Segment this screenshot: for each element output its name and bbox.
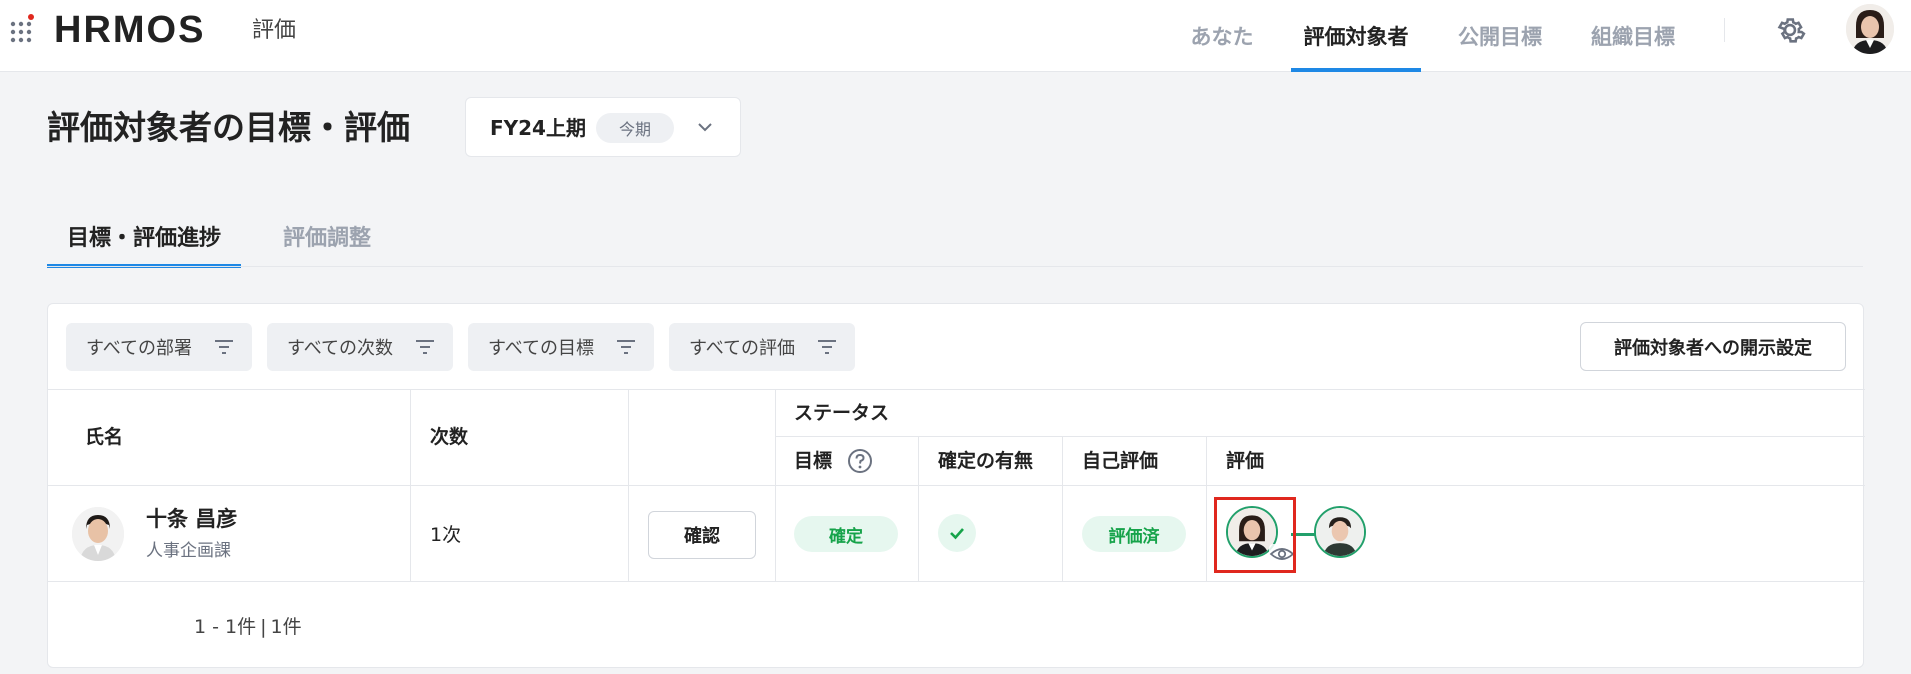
confirmed-indicator (938, 514, 976, 552)
status-subheader-border (775, 436, 1865, 437)
filter-evaluation[interactable]: すべての評価 (669, 323, 855, 371)
app-logo[interactable]: HRMOS (54, 10, 205, 50)
nav-org-goals[interactable]: 組織目標 (1588, 0, 1678, 72)
col-divider (410, 389, 411, 581)
pagination-separator: | (260, 616, 267, 638)
period-selector[interactable]: FY24上期 今期 (465, 97, 741, 157)
nav-divider (1724, 18, 1725, 42)
filter-order[interactable]: すべての次数 (267, 323, 453, 371)
filter-icon (416, 340, 434, 354)
tabs-divider (47, 266, 1863, 267)
nav-evaluatees[interactable]: 評価対象者 (1291, 0, 1421, 72)
filter-label: すべての評価 (689, 338, 796, 359)
header-bottom-border (48, 485, 1865, 486)
top-bar: HRMOS 評価 あなた 評価対象者 公開目標 組織目標 (0, 0, 1911, 72)
header-self-eval: 自己評価 (1082, 450, 1159, 472)
header-name: 氏名 (85, 426, 124, 448)
filter-icon (215, 340, 233, 354)
evaluator-highlight-box (1214, 497, 1296, 573)
filter-department[interactable]: すべての部署 (66, 323, 252, 371)
help-icon[interactable] (847, 448, 873, 474)
col-divider (1206, 436, 1207, 581)
disclosure-settings-button[interactable]: 評価対象者への開示設定 (1580, 322, 1846, 371)
filter-label: すべての目標 (488, 338, 595, 359)
current-period-badge: 今期 (596, 113, 674, 143)
chevron-down-icon (698, 123, 712, 132)
filter-icon (617, 340, 635, 354)
col-divider (1062, 436, 1063, 581)
header-eval: 評価 (1226, 450, 1265, 472)
filter-label: すべての部署 (86, 338, 193, 359)
pagination-total: 1件 (270, 616, 302, 638)
tab-goal-eval-progress[interactable]: 目標・評価進捗 (47, 220, 241, 268)
evaluatee-name[interactable]: 十条 昌彦 (146, 505, 237, 533)
header-status: ステータス (794, 402, 890, 424)
app-module-name: 評価 (252, 18, 297, 43)
row-bottom-border (48, 581, 1865, 582)
final-evaluator-avatar[interactable] (1314, 506, 1366, 558)
table-top-border (48, 389, 1865, 390)
check-icon (950, 528, 964, 540)
pagination-summary: 1 - 1件 | 1件 (194, 614, 302, 640)
nav-you[interactable]: あなた (1186, 0, 1258, 72)
evaluatee-list-card: すべての部署 すべての次数 すべての目標 すべての評価 評価対象者への開示設定 … (47, 303, 1865, 668)
filter-goal[interactable]: すべての目標 (468, 323, 654, 371)
tab-eval-adjustment[interactable]: 評価調整 (277, 220, 377, 268)
header-order: 次数 (430, 426, 469, 448)
goal-status-badge: 確定 (794, 516, 898, 552)
apps-grid-icon[interactable] (10, 14, 34, 44)
col-divider (775, 389, 776, 581)
filter-icon (818, 340, 836, 354)
col-divider (918, 436, 919, 581)
nav-public-goals[interactable]: 公開目標 (1455, 0, 1545, 72)
evaluatee-department: 人事企画課 (146, 541, 231, 561)
user-avatar[interactable] (1846, 4, 1894, 54)
col-divider (628, 389, 629, 581)
evaluatee-avatar (72, 507, 124, 561)
evaluation-order: 1次 (430, 524, 462, 546)
confirm-button[interactable]: 確認 (648, 511, 756, 559)
pagination-range: 1 - 1件 (194, 616, 257, 638)
period-label: FY24上期 (490, 116, 586, 140)
gear-icon[interactable] (1773, 13, 1807, 47)
page-title: 評価対象者の目標・評価 (47, 108, 410, 147)
self-eval-status-badge: 評価済 (1082, 516, 1186, 552)
header-confirmed: 確定の有無 (938, 450, 1034, 472)
header-goal: 目標 (794, 450, 833, 472)
filter-label: すべての次数 (287, 338, 394, 359)
